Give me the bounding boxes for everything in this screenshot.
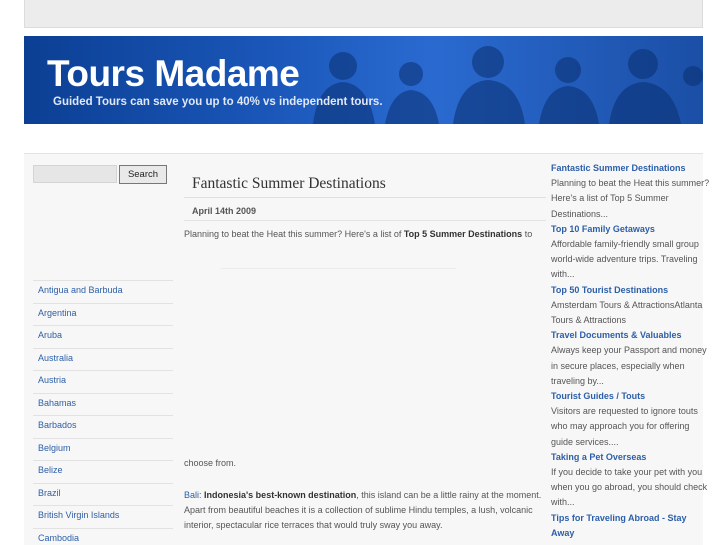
sidebar-post-excerpt: Affordable family-friendly small group w…: [551, 239, 699, 280]
search-button[interactable]: Search: [119, 165, 167, 184]
country-link[interactable]: Argentina: [33, 302, 173, 326]
country-link[interactable]: Antigua and Barbuda: [33, 280, 173, 303]
post-intro-highlight: Top 5 Summer Destinations: [403, 229, 523, 239]
sidebar-post-link[interactable]: Tips for Traveling Abroad - Stay Away: [551, 511, 711, 541]
post-intro-text: Planning to beat the Heat this summer? H…: [184, 229, 404, 239]
country-link[interactable]: Belgium: [33, 437, 173, 461]
top-bar: [24, 0, 703, 28]
sidebar-post-link[interactable]: Taking a Pet Overseas: [551, 450, 711, 465]
site-tagline: Guided Tours can save you up to 40% vs i…: [53, 96, 383, 108]
sidebar-post-excerpt: If you decide to take your pet with you …: [551, 467, 708, 508]
country-link[interactable]: Australia: [33, 347, 173, 371]
sidebar-post-link[interactable]: Fantastic Summer Destinations: [551, 161, 711, 176]
country-link[interactable]: Aruba: [33, 325, 173, 348]
country-link[interactable]: British Virgin Islands: [33, 505, 173, 528]
post-intro-text-end: to: [522, 229, 533, 239]
post-paragraph-bali: Bali: Indonesia's best-known destination…: [184, 488, 554, 533]
country-link[interactable]: Cambodia: [33, 527, 173, 545]
country-list: Antigua and Barbuda Argentina Aruba Aust…: [33, 280, 173, 545]
silhouettes-image: [313, 46, 703, 124]
sidebar-post-link[interactable]: Top 50 Tourist Destinations: [551, 283, 711, 298]
post-text: choose from.: [184, 458, 237, 468]
divider: [184, 220, 546, 221]
bali-link[interactable]: Bali: [184, 490, 199, 500]
recent-posts-sidebar: Fantastic Summer Destinations Planning t…: [551, 161, 711, 541]
sidebar-post-excerpt: Planning to beat the Heat this summer? H…: [551, 178, 710, 219]
sidebar-post-link[interactable]: Travel Documents & Valuables: [551, 328, 711, 343]
post-title[interactable]: Fantastic Summer Destinations: [192, 175, 386, 193]
search-input[interactable]: [33, 165, 117, 183]
sidebar-post-excerpt: Amsterdam Tours & AttractionsAtlanta Tou…: [551, 299, 703, 326]
post-date: April 14th 2009: [192, 206, 257, 216]
sidebar-post-link[interactable]: Top 10 Family Getaways: [551, 222, 711, 237]
country-link[interactable]: Barbados: [33, 415, 173, 438]
site-title[interactable]: Tours Madame: [47, 54, 300, 94]
sidebar-post-excerpt: Always keep your Passport and money in s…: [551, 345, 707, 386]
sidebar-post-link[interactable]: Tourist Guides / Touts: [551, 389, 711, 404]
header-banner: Tours Madame Guided Tours can save you u…: [24, 36, 703, 124]
country-link[interactable]: Bahamas: [33, 392, 173, 416]
bali-highlight: Indonesia's best-known destination: [204, 490, 357, 500]
divider: [220, 268, 456, 269]
country-link[interactable]: Belize: [33, 460, 173, 483]
sidebar-post-excerpt: Visitors are requested to ignore touts w…: [551, 406, 698, 447]
country-link[interactable]: Austria: [33, 370, 173, 393]
country-link[interactable]: Brazil: [33, 482, 173, 506]
post-intro: Planning to beat the Heat this summer? H…: [184, 229, 544, 239]
divider: [184, 197, 546, 198]
